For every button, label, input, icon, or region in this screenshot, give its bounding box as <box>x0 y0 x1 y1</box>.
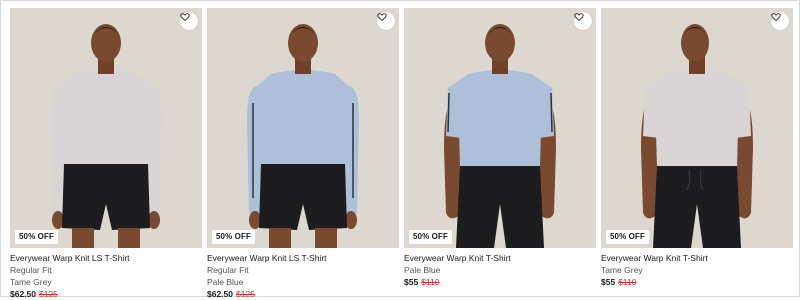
heart-outline-icon <box>771 13 781 22</box>
product-card[interactable]: 50% OFF Everywear Warp Knit LS T-Shirt R… <box>10 8 202 299</box>
model-figure <box>207 8 399 248</box>
sale-price: $55 <box>404 277 419 287</box>
original-price: $125 <box>39 289 58 299</box>
discount-badge: 50% OFF <box>409 230 452 244</box>
heart-outline-icon <box>180 13 190 22</box>
discount-badge: 50% OFF <box>212 230 255 244</box>
sale-price: $62.50 <box>10 289 36 299</box>
product-grid: 50% OFF Everywear Warp Knit LS T-Shirt R… <box>10 8 793 299</box>
price-row: $55 $110 <box>601 276 793 288</box>
product-fit: Regular Fit <box>207 265 249 275</box>
sale-price: $55 <box>601 277 616 287</box>
discount-badge: 50% OFF <box>15 230 58 244</box>
product-info: Everywear Warp Knit T-Shirt Tame Grey $5… <box>601 248 793 288</box>
product-info: Everywear Warp Knit LS T-Shirt Regular F… <box>207 248 399 300</box>
model-figure <box>10 8 202 248</box>
product-card[interactable]: 50% OFF Everywear Warp Knit T-Shirt Pale… <box>404 8 596 294</box>
original-price: $125 <box>236 289 255 299</box>
product-color: Tame Grey <box>601 265 643 275</box>
product-image[interactable]: 50% OFF <box>10 8 202 248</box>
product-title[interactable]: Everywear Warp Knit T-Shirt <box>601 252 793 264</box>
product-title[interactable]: Everywear Warp Knit T-Shirt <box>404 252 596 264</box>
product-image[interactable]: 50% OFF <box>601 8 793 248</box>
product-color: Pale Blue <box>207 277 244 287</box>
product-image[interactable]: 50% OFF <box>207 8 399 248</box>
discount-badge: 50% OFF <box>606 230 649 244</box>
product-fit: Regular Fit <box>10 265 52 275</box>
model-figure <box>601 8 793 248</box>
product-title[interactable]: Everywear Warp Knit LS T-Shirt <box>207 252 399 264</box>
product-info: Everywear Warp Knit T-Shirt Pale Blue $5… <box>404 248 596 288</box>
price-row: $62.50 $125 <box>207 288 399 300</box>
product-card[interactable]: 50% OFF Everywear Warp Knit LS T-Shirt R… <box>207 8 399 299</box>
product-image[interactable]: 50% OFF <box>404 8 596 248</box>
product-color: Pale Blue <box>404 265 441 275</box>
heart-outline-icon <box>377 13 387 22</box>
wishlist-button[interactable] <box>574 12 592 30</box>
heart-outline-icon <box>574 13 584 22</box>
original-price: $110 <box>618 277 637 287</box>
product-color: Tame Grey <box>10 277 52 287</box>
price-row: $55 $110 <box>404 276 596 288</box>
original-price: $110 <box>421 277 440 287</box>
product-title[interactable]: Everywear Warp Knit LS T-Shirt <box>10 252 202 264</box>
product-grid-frame: 50% OFF Everywear Warp Knit LS T-Shirt R… <box>0 0 800 299</box>
price-row: $62.50 $125 <box>10 288 202 300</box>
product-card[interactable]: 50% OFF Everywear Warp Knit T-Shirt Tame… <box>601 8 793 294</box>
model-figure <box>404 8 596 248</box>
product-info: Everywear Warp Knit LS T-Shirt Regular F… <box>10 248 202 300</box>
sale-price: $62.50 <box>207 289 233 299</box>
wishlist-button[interactable] <box>180 12 198 30</box>
wishlist-button[interactable] <box>377 12 395 30</box>
wishlist-button[interactable] <box>771 12 789 30</box>
